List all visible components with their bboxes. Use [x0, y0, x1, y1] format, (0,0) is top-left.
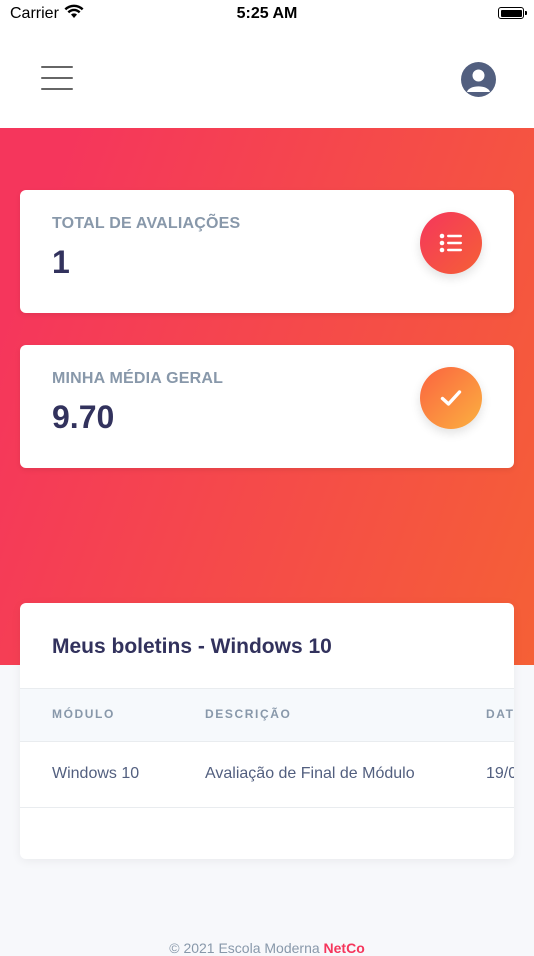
status-time: 5:25 AM	[236, 5, 298, 22]
footer-text: © 2021 Escola Moderna	[169, 940, 320, 956]
cell-data: 19/0	[486, 765, 514, 782]
stat-card-total-avaliacoes: TOTAL DE AVALIAÇÕES 1	[20, 190, 514, 313]
top-navbar	[0, 28, 534, 128]
stat-value: 9.70	[52, 399, 115, 435]
list-icon	[420, 212, 482, 274]
check-icon	[420, 367, 482, 429]
stat-label: TOTAL DE AVALIAÇÕES	[52, 215, 241, 232]
boletins-card: Meus boletins - Windows 10 MÓDULO DESCRI…	[20, 603, 514, 859]
stat-label: MINHA MÉDIA GERAL	[52, 370, 224, 387]
user-avatar-icon[interactable]	[461, 62, 496, 97]
table-row[interactable]: Windows 10 Avaliação de Final de Módulo …	[20, 741, 514, 808]
footer-brand-link[interactable]: NetCo	[324, 940, 365, 956]
table-header: MÓDULO DESCRIÇÃO DAT	[20, 688, 514, 742]
column-header-data: DAT	[486, 707, 514, 721]
battery-icon	[498, 7, 527, 19]
stat-card-media-geral: MINHA MÉDIA GERAL 9.70	[20, 345, 514, 468]
status-bar: Carrier 5:25 AM	[0, 0, 534, 28]
boletins-title: Meus boletins - Windows 10	[52, 635, 332, 658]
column-header-modulo: MÓDULO	[52, 707, 115, 721]
footer: © 2021 Escola Moderna NetCo	[0, 940, 534, 956]
cell-descricao: Avaliação de Final de Módulo	[205, 765, 415, 782]
cell-modulo: Windows 10	[52, 765, 140, 782]
stat-value: 1	[52, 244, 70, 280]
hamburger-menu-icon[interactable]	[41, 66, 73, 90]
column-header-descricao: DESCRIÇÃO	[205, 707, 292, 721]
